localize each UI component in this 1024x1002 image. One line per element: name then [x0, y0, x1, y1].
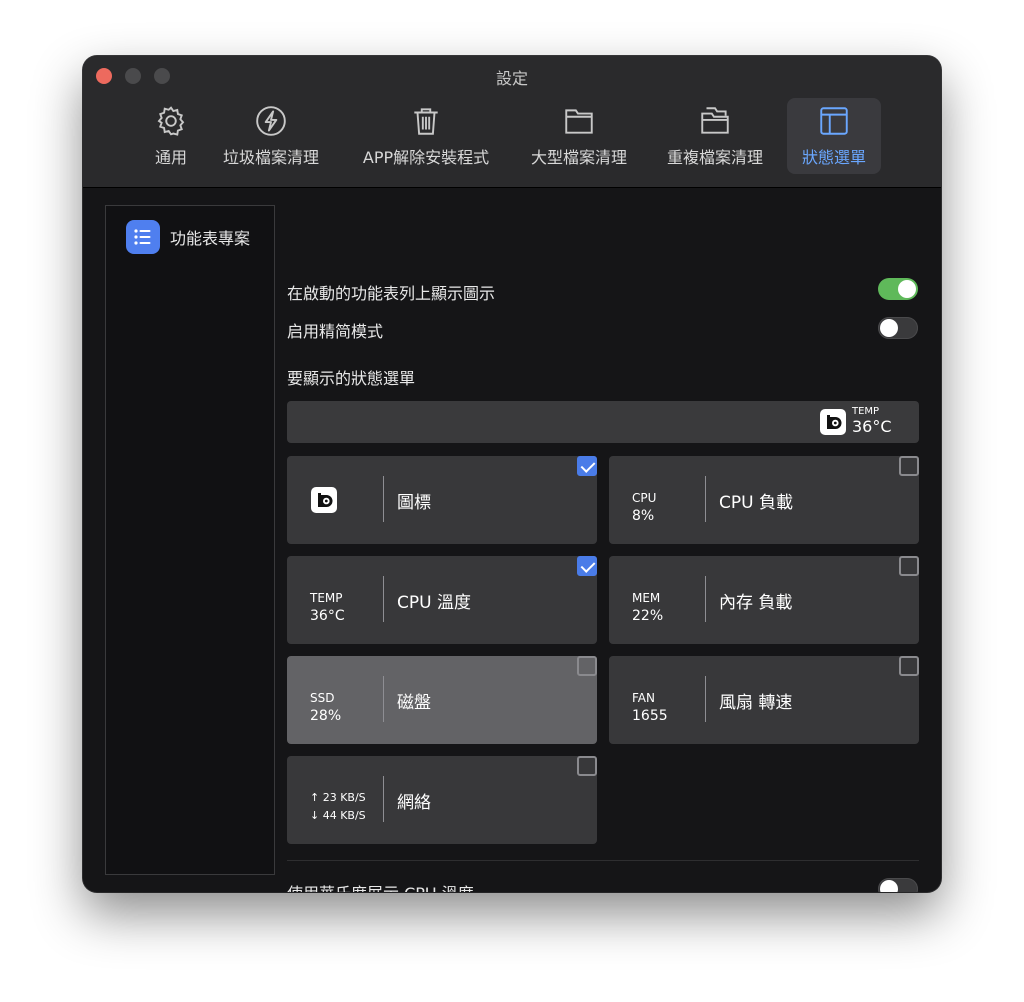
- tab-general[interactable]: 通用: [147, 98, 195, 174]
- card-label: 網絡: [397, 793, 431, 813]
- card-label: CPU 負載: [719, 493, 793, 513]
- section-title: 要顯示的狀態選單: [287, 369, 416, 388]
- duplicate-folder-icon: [701, 107, 729, 134]
- card-value: MEM 22%: [632, 591, 664, 624]
- sidebar: 功能表專案: [105, 205, 275, 875]
- card-value: TEMP 36°C: [310, 591, 345, 624]
- tab-status-menu[interactable]: 狀態選單: [787, 98, 881, 174]
- status-card-fan[interactable]: FAN 1655 風扇 轉速: [609, 656, 919, 744]
- card-value: CPU 8%: [632, 491, 657, 524]
- app-logo-icon: [311, 487, 337, 513]
- preview-temp: TEMP 36°C: [852, 406, 892, 436]
- app-logo-icon: [820, 409, 846, 435]
- bolt-icon: [256, 106, 286, 136]
- trash-icon: [414, 108, 438, 135]
- card-label: 圖標: [397, 493, 431, 513]
- card-value: FAN 1655: [632, 691, 668, 724]
- window-title: 設定: [495, 69, 528, 88]
- tab-junk-cleanup[interactable]: 垃圾檔案清理: [215, 98, 327, 174]
- card-label: 內存 負載: [719, 593, 793, 613]
- compact-mode-label: 启用精简模式: [287, 322, 384, 341]
- compact-mode-toggle[interactable]: [878, 317, 918, 339]
- tab-duplicate-files[interactable]: 重複檔案清理: [659, 98, 771, 174]
- ssd-checkbox[interactable]: [577, 656, 597, 676]
- status-card-icon[interactable]: 圖標: [287, 456, 597, 544]
- icon-checkbox[interactable]: [577, 456, 597, 476]
- content-area: 功能表專案 在啟動的功能表列上顯示圖示 启用精简模式 要顯示的狀態選單 TEMP…: [83, 188, 941, 892]
- toolbar: 設定 通用 垃圾檔案清理 APP解除安裝程式 大型檔案清理 重複檔案清理 狀態選…: [83, 56, 941, 188]
- show-icon-toggle[interactable]: [878, 278, 918, 300]
- status-card-cpu[interactable]: CPU 8% CPU 負載: [609, 456, 919, 544]
- temp-checkbox[interactable]: [577, 556, 597, 576]
- fahrenheit-label: 使用華氏度展示 CPU 溫度: [287, 880, 474, 892]
- fan-checkbox[interactable]: [899, 656, 919, 676]
- layout-panel-icon: [820, 107, 848, 135]
- status-card-network[interactable]: ↑ 23 KB/S ↓ 44 KB/S 網絡: [287, 756, 597, 844]
- card-label: 風扇 轉速: [719, 693, 793, 713]
- show-icon-label: 在啟動的功能表列上顯示圖示: [287, 284, 496, 303]
- fahrenheit-toggle[interactable]: [878, 878, 918, 892]
- cpu-checkbox[interactable]: [899, 456, 919, 476]
- settings-window: 設定 通用 垃圾檔案清理 APP解除安裝程式 大型檔案清理 重複檔案清理 狀態選…: [83, 56, 941, 892]
- card-value: ↑ 23 KB/S ↓ 44 KB/S: [310, 791, 366, 822]
- gear-icon: [157, 106, 185, 136]
- card-value: SSD 28%: [310, 691, 342, 724]
- status-card-ssd[interactable]: SSD 28% 磁盤: [287, 656, 597, 744]
- card-label: CPU 溫度: [397, 593, 471, 613]
- menubar-preview: TEMP 36°C: [287, 401, 919, 443]
- folder-icon: [565, 109, 593, 134]
- status-card-temp[interactable]: TEMP 36°C CPU 溫度: [287, 556, 597, 644]
- status-card-mem[interactable]: MEM 22% 內存 負載: [609, 556, 919, 644]
- mem-checkbox[interactable]: [899, 556, 919, 576]
- card-label: 磁盤: [397, 693, 431, 713]
- list-icon: [126, 220, 160, 254]
- tab-app-uninstaller[interactable]: APP解除安裝程式: [351, 98, 501, 174]
- sidebar-item-menu-items[interactable]: 功能表專案: [126, 220, 250, 254]
- divider: [287, 860, 919, 861]
- tab-large-files[interactable]: 大型檔案清理: [523, 98, 635, 174]
- network-checkbox[interactable]: [577, 756, 597, 776]
- sidebar-item-label: 功能表專案: [170, 229, 251, 248]
